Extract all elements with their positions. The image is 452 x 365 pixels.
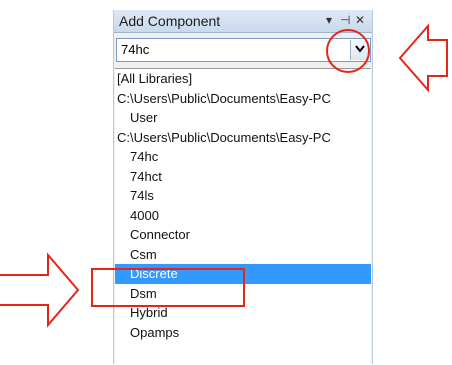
- library-combobox[interactable]: 74hc: [116, 38, 371, 62]
- list-item[interactable]: 4000: [115, 206, 371, 226]
- list-item[interactable]: Connector: [115, 225, 371, 245]
- library-combobox-value: 74hc: [121, 42, 150, 57]
- list-item[interactable]: 74ls: [115, 186, 371, 206]
- add-component-panel: Add Component ▾ ⊣ ✕ 74hc [All Libraries]…: [113, 10, 373, 365]
- list-item[interactable]: C:\Users\Public\Documents\Easy-PC: [115, 89, 371, 109]
- list-item[interactable]: Csm: [115, 245, 371, 265]
- list-item[interactable]: 74hc: [115, 147, 371, 167]
- pin-icon[interactable]: ⊣: [340, 12, 350, 28]
- list-item[interactable]: Hybrid: [115, 303, 371, 323]
- panel-titlebar: Add Component ▾ ⊣ ✕: [114, 10, 372, 33]
- list-item[interactable]: Dsm: [115, 284, 371, 304]
- list-item[interactable]: C:\Users\Public\Documents\Easy-PC: [115, 128, 371, 148]
- list-item[interactable]: Opamps: [115, 323, 371, 343]
- panel-menu-dropdown-icon[interactable]: ▾: [326, 12, 332, 28]
- chevron-down-icon: [355, 45, 365, 53]
- close-icon[interactable]: ✕: [355, 12, 365, 28]
- right-arrow-annotation: [398, 23, 448, 93]
- library-dropdown-list[interactable]: [All Libraries] C:\Users\Public\Documents…: [115, 68, 371, 365]
- list-item[interactable]: 74hct: [115, 167, 371, 187]
- dropdown-button[interactable]: [350, 40, 369, 60]
- list-item[interactable]: [All Libraries]: [115, 69, 371, 89]
- list-item[interactable]: Discrete: [115, 264, 371, 284]
- panel-title: Add Component: [119, 13, 221, 29]
- list-item[interactable]: User: [115, 108, 371, 128]
- left-arrow-annotation: [0, 252, 80, 328]
